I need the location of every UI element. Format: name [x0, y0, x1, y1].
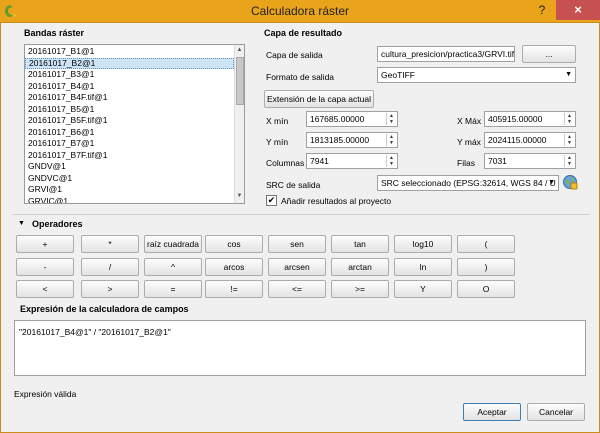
xmax-spinbox[interactable]: 405915.00000 ▲ ▼: [484, 111, 576, 127]
band-list-item[interactable]: 20161017_B5@1: [25, 104, 234, 116]
band-list-item[interactable]: GRVI@1: [25, 184, 234, 196]
ymax-spinbox[interactable]: 2024115.00000 ▲ ▼: [484, 132, 576, 148]
spin-arrows-icon[interactable]: ▲ ▼: [386, 155, 396, 167]
spin-arrows-icon[interactable]: ▲ ▼: [564, 155, 574, 167]
expression-textarea[interactable]: "20161017_B4@1" / "20161017_B2@1": [14, 320, 586, 376]
operator-button[interactable]: ^: [144, 258, 202, 276]
accept-button[interactable]: Aceptar: [463, 403, 521, 421]
operator-button[interactable]: >=: [331, 280, 389, 298]
crs-label: SRC de salida: [266, 180, 321, 190]
operator-button[interactable]: sen: [268, 235, 326, 253]
close-button[interactable]: ×: [556, 0, 600, 20]
band-list-item[interactable]: 20161017_B7F.tif@1: [25, 150, 234, 162]
chevron-down-icon: ▼: [565, 71, 572, 78]
operator-button[interactable]: -: [16, 258, 74, 276]
current-layer-extent-button[interactable]: Extensión de la capa actual: [264, 90, 374, 108]
browse-button[interactable]: ...: [522, 45, 576, 63]
scroll-down-icon[interactable]: ▼: [235, 192, 244, 201]
operator-button[interactable]: Y: [394, 280, 452, 298]
band-list-item[interactable]: 20161017_B1@1: [25, 46, 234, 58]
format-value: GeoTIFF: [381, 70, 416, 80]
band-list-item[interactable]: 20161017_B7@1: [25, 138, 234, 150]
rows-spinbox[interactable]: 7031 ▲ ▼: [484, 153, 576, 169]
operator-button[interactable]: ): [457, 258, 515, 276]
operator-button[interactable]: >: [81, 280, 139, 298]
expression-title: Expresión de la calculadora de campos: [20, 304, 189, 314]
expression-status: Expresión válida: [14, 389, 77, 399]
operator-button[interactable]: ln: [394, 258, 452, 276]
add-results-label: Añadir resultados al proyecto: [281, 196, 392, 206]
columns-label: Columnas: [266, 158, 305, 168]
crs-select[interactable]: SRC seleccionado (EPSG:32614, WGS 84 / U…: [377, 175, 559, 191]
bands-list-scrollbar[interactable]: ▲ ▼: [234, 45, 244, 203]
rows-value: 7031: [488, 156, 507, 166]
spin-arrows-icon[interactable]: ▲ ▼: [564, 134, 574, 146]
xmax-label: X Máx: [457, 116, 482, 126]
operator-button[interactable]: log10: [394, 235, 452, 253]
xmin-value: 167685.00000: [310, 114, 365, 124]
operator-button[interactable]: +: [16, 235, 74, 253]
bands-group-title: Bandas ráster: [24, 28, 85, 38]
help-button[interactable]: ?: [528, 0, 556, 20]
xmin-spinbox[interactable]: 167685.00000 ▲ ▼: [306, 111, 398, 127]
ymin-label: Y mín: [266, 137, 289, 147]
operator-button[interactable]: arcsen: [268, 258, 326, 276]
scroll-thumb[interactable]: [236, 57, 244, 105]
separator: [12, 214, 590, 215]
chevron-down-icon: ▼: [548, 179, 555, 186]
ymax-label: Y máx: [457, 137, 481, 147]
rows-label: Filas: [457, 158, 475, 168]
operators-title: Operadores: [32, 219, 83, 229]
operator-button[interactable]: tan: [331, 235, 389, 253]
band-list-item[interactable]: 20161017_B5F.tif@1: [25, 115, 234, 127]
operator-button[interactable]: =: [144, 280, 202, 298]
operator-button[interactable]: O: [457, 280, 515, 298]
band-list-item[interactable]: 20161017_B6@1: [25, 127, 234, 139]
xmax-value: 405915.00000: [488, 114, 543, 124]
spin-arrows-icon[interactable]: ▲ ▼: [386, 134, 396, 146]
crs-value: SRC seleccionado (EPSG:32614, WGS 84 / U: [381, 178, 556, 188]
result-group-title: Capa de resultado: [264, 28, 343, 38]
operator-button[interactable]: *: [81, 235, 139, 253]
ymin-spinbox[interactable]: 1813185.00000 ▲ ▼: [306, 132, 398, 148]
operator-button[interactable]: arcos: [205, 258, 263, 276]
band-list-item[interactable]: 20161017_B4@1: [25, 81, 234, 93]
operator-button[interactable]: (: [457, 235, 515, 253]
cancel-button[interactable]: Cancelar: [527, 403, 585, 421]
band-list-item[interactable]: 20161017_B2@1: [25, 57, 234, 69]
output-layer-field[interactable]: cultura_presicion/practica3/GRVI.tif: [377, 46, 515, 62]
ymin-value: 1813185.00000: [310, 135, 370, 145]
window-title: Calculadora ráster: [250, 4, 350, 18]
spin-arrows-icon[interactable]: ▲ ▼: [386, 113, 396, 125]
bands-list[interactable]: 20161017_B1@1 20161017_B2@1 20161017_B3@1 2…: [24, 44, 245, 204]
operator-button[interactable]: !=: [205, 280, 263, 298]
band-list-item[interactable]: 20161017_B4F.tif@1: [25, 92, 234, 104]
spin-arrows-icon[interactable]: ▲ ▼: [564, 113, 574, 125]
title-bar: Calculadora ráster ? ×: [0, 0, 600, 22]
operator-button[interactable]: arctan: [331, 258, 389, 276]
expression-text: "20161017_B4@1" / "20161017_B2@1": [19, 327, 171, 337]
format-select[interactable]: GeoTIFF ▼: [377, 67, 576, 83]
output-layer-label: Capa de salida: [266, 50, 323, 60]
add-results-checkbox[interactable]: ✔: [266, 195, 277, 206]
crs-selector-globe-icon[interactable]: [562, 174, 578, 190]
band-list-item[interactable]: GNDVC@1: [25, 173, 234, 185]
scroll-up-icon[interactable]: ▲: [235, 46, 244, 55]
collapse-triangle-icon[interactable]: ▼: [18, 220, 25, 227]
operator-button[interactable]: <=: [268, 280, 326, 298]
columns-value: 7941: [310, 156, 329, 166]
band-list-item[interactable]: GRVIC@1: [25, 196, 234, 204]
ymax-value: 2024115.00000: [488, 135, 547, 145]
columns-spinbox[interactable]: 7941 ▲ ▼: [306, 153, 398, 169]
operator-button[interactable]: <: [16, 280, 74, 298]
operator-button[interactable]: /: [81, 258, 139, 276]
format-label: Formato de salida: [266, 72, 335, 82]
operator-button[interactable]: raíz cuadrada: [144, 235, 202, 253]
band-list-item[interactable]: GNDV@1: [25, 161, 234, 173]
xmin-label: X mín: [266, 116, 289, 126]
band-list-item[interactable]: 20161017_B3@1: [25, 69, 234, 81]
operator-button[interactable]: cos: [205, 235, 263, 253]
